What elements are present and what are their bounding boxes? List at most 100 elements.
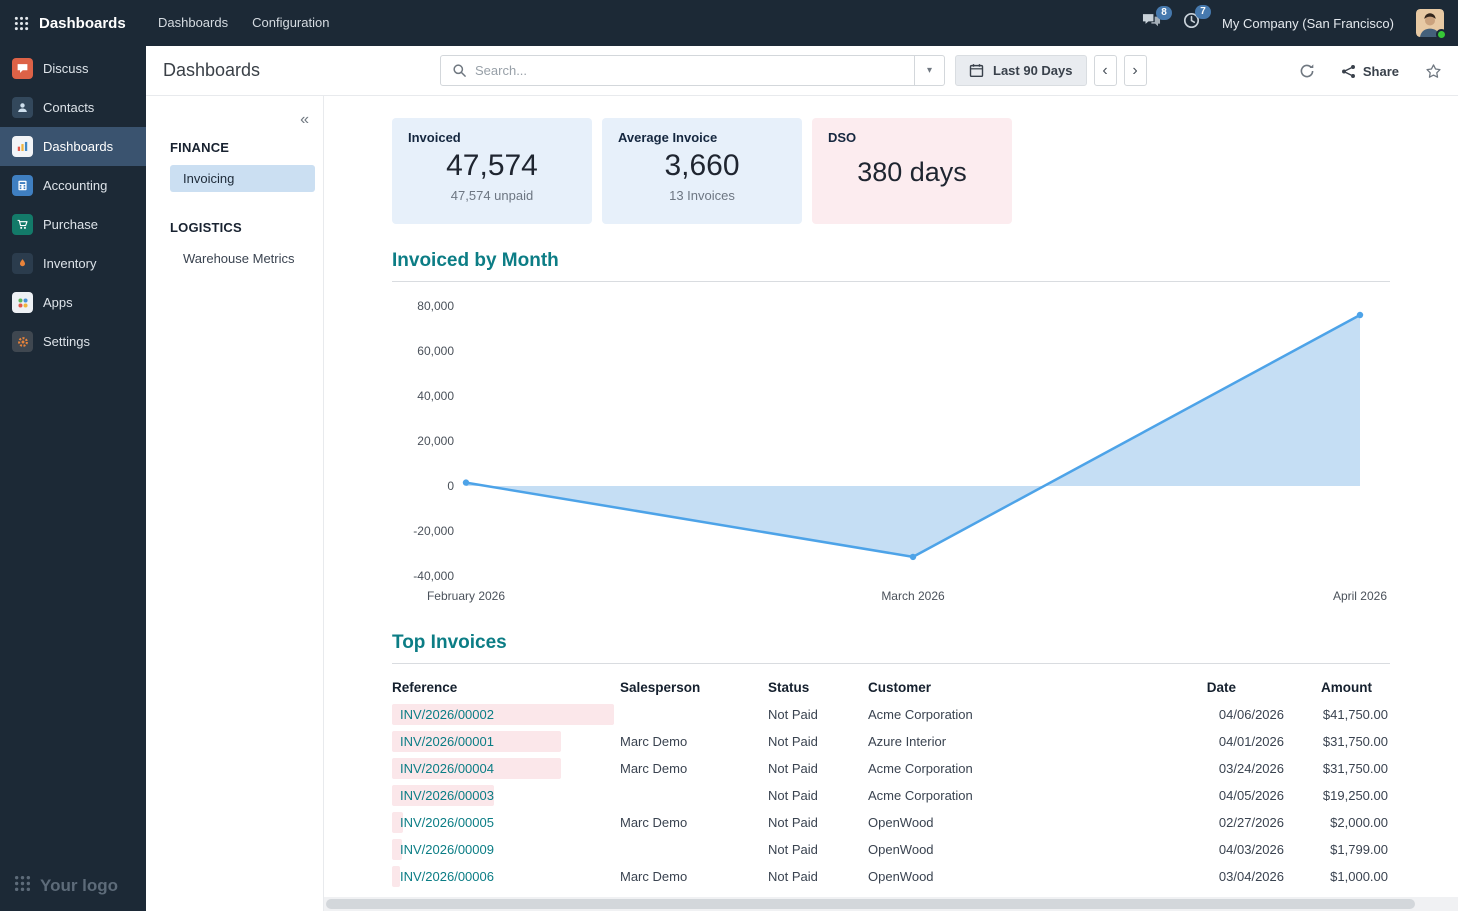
- date-filter-label: Last 90 Days: [993, 63, 1073, 78]
- sidebar-item-label: Dashboards: [43, 139, 113, 154]
- search-dropdown-toggle[interactable]: ▾: [914, 56, 944, 85]
- invoice-row[interactable]: INV/2026/00009Not PaidOpenWood04/03/2026…: [392, 836, 1390, 863]
- invoice-reference-link[interactable]: INV/2026/00003: [400, 788, 494, 803]
- nav-section-finance: FINANCE Invoicing: [146, 140, 323, 192]
- favorite-star-icon[interactable]: [1425, 63, 1442, 80]
- column-header-salesperson[interactable]: Salesperson: [620, 672, 768, 701]
- sidebar-item-contacts[interactable]: Contacts: [0, 88, 146, 127]
- user-avatar[interactable]: [1416, 9, 1444, 37]
- status-cell: Not Paid: [768, 782, 868, 809]
- invoice-reference-link[interactable]: INV/2026/00006: [400, 869, 494, 884]
- invoice-row[interactable]: INV/2026/00003 Not PaidAcme Corporation04…: [392, 782, 1390, 809]
- svg-text:February 2026: February 2026: [427, 589, 505, 603]
- invoice-row[interactable]: INV/2026/00004Marc DemoNot PaidAcme Corp…: [392, 755, 1390, 782]
- column-header-date[interactable]: Date: [1128, 672, 1284, 701]
- messages-button[interactable]: 8: [1142, 13, 1161, 34]
- status-cell: Not Paid: [768, 755, 868, 782]
- previous-period-button[interactable]: ‹: [1094, 55, 1117, 86]
- date-filter-button[interactable]: Last 90 Days: [955, 55, 1087, 86]
- date-cell: 04/05/2026: [1128, 782, 1284, 809]
- horizontal-scrollbar[interactable]: [324, 897, 1458, 911]
- customer-cell: OpenWood: [868, 863, 1128, 890]
- nav-item-invoicing[interactable]: Invoicing: [170, 165, 315, 192]
- menu-item-dashboards[interactable]: Dashboards: [146, 0, 240, 46]
- date-cell: 04/01/2026: [1128, 728, 1284, 755]
- sidebar-item-discuss[interactable]: Discuss: [0, 49, 146, 88]
- panel-actions: Share: [1299, 46, 1442, 96]
- apps-menu-button[interactable]: Dashboards: [0, 15, 146, 32]
- calendar-icon: [969, 63, 984, 78]
- amount-heat-bar: INV/2026/00009: [392, 839, 402, 860]
- amount-heat-bar: INV/2026/00005: [392, 812, 403, 833]
- activities-button[interactable]: 7: [1183, 12, 1200, 34]
- salesperson-cell: [620, 782, 768, 809]
- sidebar-item-label: Settings: [43, 334, 90, 349]
- refresh-button[interactable]: [1299, 63, 1315, 79]
- invoice-row[interactable]: INV/2026/00006Marc DemoNot PaidOpenWood0…: [392, 863, 1390, 890]
- sidebar-item-dashboards[interactable]: Dashboards: [0, 127, 146, 166]
- salesperson-cell: Marc Demo: [620, 863, 768, 890]
- customer-cell: Acme Corporation: [868, 782, 1128, 809]
- invoice-row[interactable]: INV/2026/00001Marc DemoNot PaidAzure Int…: [392, 728, 1390, 755]
- kpi-card-dso: DSO380 days: [812, 118, 1012, 224]
- company-name[interactable]: My Company (San Francisco): [1222, 16, 1394, 31]
- top-invoices-table: ReferenceSalespersonStatusCustomerDateAm…: [392, 672, 1390, 890]
- topbar-menu: Dashboards Configuration: [146, 0, 341, 46]
- salesperson-cell: [620, 701, 768, 728]
- sidebar-item-label: Inventory: [43, 256, 96, 271]
- customer-cell: OpenWood: [868, 836, 1128, 863]
- sidebar-item-settings[interactable]: Settings: [0, 322, 146, 361]
- reference-cell: INV/2026/00001: [392, 728, 620, 755]
- apps-app-icon: [12, 292, 33, 313]
- invoice-row[interactable]: INV/2026/00005Marc DemoNot PaidOpenWood0…: [392, 809, 1390, 836]
- amount-heat-bar: INV/2026/00006: [392, 866, 400, 887]
- dashboard-content: Invoiced47,57447,574 unpaidAverage Invoi…: [324, 96, 1458, 911]
- scrollbar-thumb[interactable]: [326, 899, 1415, 909]
- sidebar-item-label: Purchase: [43, 217, 98, 232]
- date-cell: 04/03/2026: [1128, 836, 1284, 863]
- svg-text:40,000: 40,000: [417, 389, 454, 403]
- reference-cell: INV/2026/00006: [392, 863, 620, 890]
- column-header-amount[interactable]: Amount: [1284, 672, 1390, 701]
- sidebar-logo: Your logo: [14, 875, 118, 897]
- collapse-panel-icon[interactable]: «: [300, 112, 309, 128]
- column-header-reference[interactable]: Reference: [392, 672, 620, 701]
- invoice-reference-link[interactable]: INV/2026/00009: [400, 842, 494, 857]
- column-header-status[interactable]: Status: [768, 672, 868, 701]
- invoice-reference-link[interactable]: INV/2026/00001: [400, 734, 494, 749]
- dashboard-nav-panel: « FINANCE Invoicing LOGISTICS Warehouse …: [146, 96, 324, 911]
- sidebar-item-purchase[interactable]: Purchase: [0, 205, 146, 244]
- invoice-reference-link[interactable]: INV/2026/00002: [400, 707, 494, 722]
- sidebar-item-inventory[interactable]: Inventory: [0, 244, 146, 283]
- topbar-systray: 8 7 My Company (San Francisco): [1142, 9, 1458, 37]
- messages-badge: 8: [1156, 6, 1172, 20]
- sidebar-item-apps[interactable]: Apps: [0, 283, 146, 322]
- purchase-app-icon: [12, 214, 33, 235]
- online-status-dot: [1436, 29, 1447, 40]
- breadcrumb[interactable]: Dashboards: [163, 60, 260, 81]
- amount-cell: $1,000.00: [1284, 863, 1390, 890]
- sidebar-item-accounting[interactable]: Accounting: [0, 166, 146, 205]
- logo-text: Your logo: [40, 876, 118, 896]
- menu-item-configuration[interactable]: Configuration: [240, 0, 341, 46]
- reference-cell: INV/2026/00002: [392, 701, 620, 728]
- search-input[interactable]: [475, 63, 914, 78]
- svg-text:April 2026: April 2026: [1333, 589, 1387, 603]
- share-button[interactable]: Share: [1341, 64, 1399, 79]
- kpi-value: 3,660: [602, 149, 802, 183]
- inventory-app-icon: [12, 253, 33, 274]
- invoice-row[interactable]: INV/2026/00002Not PaidAcme Corporation04…: [392, 701, 1390, 728]
- amount-cell: $1,799.00: [1284, 836, 1390, 863]
- nav-item-warehouse-metrics[interactable]: Warehouse Metrics: [170, 245, 315, 272]
- date-filter-group: Last 90 Days ‹ ›: [955, 55, 1147, 86]
- nav-section-title: LOGISTICS: [170, 220, 323, 235]
- amount-heat-bar: INV/2026/00004: [392, 758, 561, 779]
- column-header-customer[interactable]: Customer: [868, 672, 1128, 701]
- invoice-reference-link[interactable]: INV/2026/00004: [400, 761, 494, 776]
- dashboards-app-icon: [12, 136, 33, 157]
- status-cell: Not Paid: [768, 809, 868, 836]
- invoice-reference-link[interactable]: INV/2026/00005: [400, 815, 494, 830]
- next-period-button[interactable]: ›: [1124, 55, 1147, 86]
- apps-grid-icon: [14, 16, 29, 31]
- sidebar-item-label: Contacts: [43, 100, 94, 115]
